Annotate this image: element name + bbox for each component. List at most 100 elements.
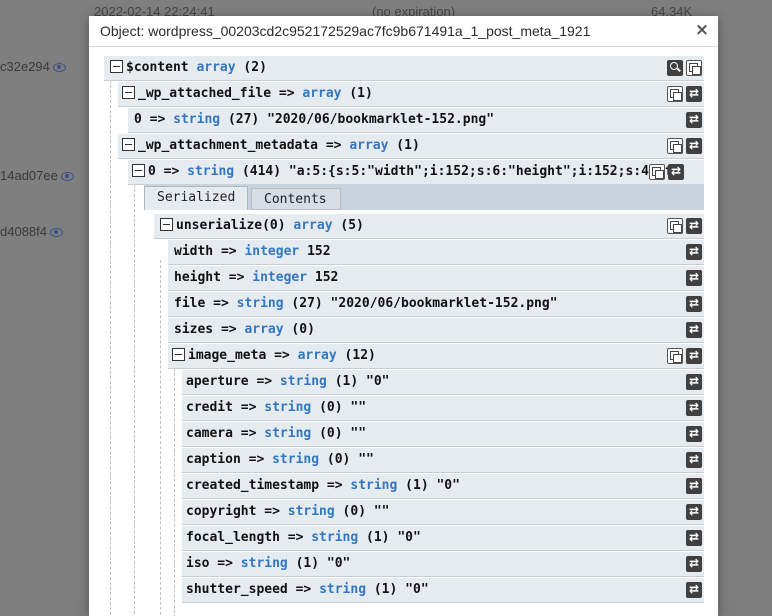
row-id-text: c32e294 (0, 59, 50, 74)
node-key: iso => (186, 556, 233, 571)
swap-icon[interactable] (686, 552, 702, 575)
node-key: copyright => (186, 504, 280, 519)
view-tabs: Serialized Contents (144, 184, 704, 210)
node-type: integer (252, 270, 308, 285)
node-key: width => (174, 244, 237, 259)
swap-icon[interactable] (686, 108, 702, 131)
copy-icon[interactable] (667, 348, 683, 364)
swap-icon[interactable] (686, 82, 702, 105)
tree-node-root: $content array (2) (104, 56, 704, 81)
tree-node-meta-item: copyright => string (0) "" (182, 500, 704, 525)
view-eye-icon[interactable] (50, 228, 63, 238)
tree-node-width: width => integer 152 (168, 240, 704, 265)
tree-guide-line (110, 80, 111, 616)
swap-icon[interactable] (686, 370, 702, 393)
collapse-toggle[interactable] (122, 138, 135, 151)
node-type: string (264, 426, 312, 441)
copy-icon[interactable] (649, 164, 665, 180)
copy-icon[interactable] (667, 218, 683, 234)
node-type: string (240, 556, 288, 571)
tree-node-meta-item: iso => string (1) "0" (182, 552, 704, 577)
background-row-id[interactable]: c32e294 (0, 59, 66, 74)
tab-serialized[interactable]: Serialized (144, 186, 248, 210)
background-row-id[interactable]: 14ad07ee (0, 168, 74, 183)
view-eye-icon[interactable] (60, 172, 74, 182)
node-value: (0) "" (342, 504, 390, 519)
search-icon[interactable] (667, 60, 683, 76)
node-type: string (264, 400, 312, 415)
node-value: (0) "" (319, 426, 367, 441)
node-key: shutter_speed => (186, 582, 312, 597)
node-type: string (287, 504, 335, 519)
tree-guide-line (160, 260, 161, 616)
swap-icon[interactable] (686, 292, 702, 315)
node-type: array (297, 348, 337, 363)
copy-icon[interactable] (667, 138, 683, 154)
node-value: (27) "2020/06/bookmarklet-152.png" (227, 112, 495, 127)
swap-icon[interactable] (686, 526, 702, 549)
tree-node-meta-item: credit => string (0) "" (182, 396, 704, 421)
swap-icon[interactable] (686, 578, 702, 601)
swap-icon[interactable] (686, 214, 702, 237)
swap-icon[interactable] (686, 396, 702, 419)
tree-node-meta-item: created_timestamp => string (1) "0" (182, 474, 704, 499)
swap-icon[interactable] (686, 134, 702, 157)
node-key: sizes => (174, 322, 237, 337)
node-value: (0) "" (326, 452, 374, 467)
tab-contents[interactable]: Contents (251, 188, 341, 210)
node-value: (1) (349, 86, 373, 101)
node-key: caption => (186, 452, 265, 467)
swap-icon[interactable] (686, 344, 702, 367)
background-row-id[interactable]: d4088f4 (0, 224, 63, 239)
node-key: _wp_attachment_metadata => (138, 138, 342, 153)
swap-icon[interactable] (686, 422, 702, 445)
tree-node-unserialize: unserialize(0) array (5) (154, 214, 704, 239)
node-type: string (350, 478, 398, 493)
tree-node-metadata-0: 0 => string (414) "a:5:{s:5:"width";i:15… (128, 160, 704, 185)
node-key: _wp_attached_file => (138, 86, 295, 101)
node-value: (0) (291, 322, 315, 337)
swap-icon[interactable] (686, 240, 702, 263)
node-value: (1) "0" (366, 530, 421, 545)
node-value: (0) "" (319, 400, 367, 415)
copy-icon[interactable] (667, 86, 683, 102)
node-key: height => (174, 270, 245, 285)
node-value: (414) "a:5:{s:5:"width";i:152;s:6:"heigh… (241, 164, 681, 179)
close-button[interactable]: × (692, 19, 712, 41)
tree-node-meta-item: aperture => string (1) "0" (182, 370, 704, 395)
tree-node-meta-item: shutter_speed => string (1) "0" (182, 578, 704, 603)
collapse-toggle[interactable] (122, 86, 135, 99)
collapse-toggle[interactable] (160, 218, 173, 231)
collapse-toggle[interactable] (132, 164, 145, 177)
swap-icon[interactable] (686, 318, 702, 341)
node-key: credit => (186, 400, 257, 415)
swap-icon[interactable] (686, 448, 702, 471)
modal-title: Object: wordpress_00203cd2c952172529ac7f… (89, 16, 718, 47)
collapse-toggle[interactable] (110, 60, 123, 73)
node-key: unserialize(0) (176, 218, 286, 233)
tree-node-height: height => integer 152 (168, 266, 704, 291)
node-key: file => (174, 296, 229, 311)
tree-guide-line (134, 184, 135, 616)
tree-node-attachment-metadata: _wp_attachment_metadata => array (1) (118, 134, 704, 159)
swap-icon[interactable] (686, 474, 702, 497)
node-type: string (187, 164, 235, 179)
view-eye-icon[interactable] (52, 63, 66, 73)
node-type: string (319, 582, 367, 597)
swap-icon[interactable] (668, 160, 684, 183)
copy-icon[interactable] (686, 60, 702, 76)
swap-icon[interactable] (686, 266, 702, 289)
row-id-text: d4088f4 (0, 224, 47, 239)
node-value: (1) "0" (405, 478, 460, 493)
collapse-toggle[interactable] (172, 348, 185, 361)
row-id-text: 14ad07ee (0, 168, 58, 183)
tree-node-meta-item: focal_length => string (1) "0" (182, 526, 704, 551)
tree-node-meta-item: caption => string (0) "" (182, 448, 704, 473)
tree-node-image-meta: image_meta => array (12) (168, 344, 704, 369)
node-type: array (196, 60, 236, 75)
swap-icon[interactable] (686, 500, 702, 523)
node-key: camera => (186, 426, 257, 441)
node-type: string (311, 530, 359, 545)
node-type: array (244, 322, 284, 337)
tree-node-attached-file: _wp_attached_file => array (1) (118, 82, 704, 107)
